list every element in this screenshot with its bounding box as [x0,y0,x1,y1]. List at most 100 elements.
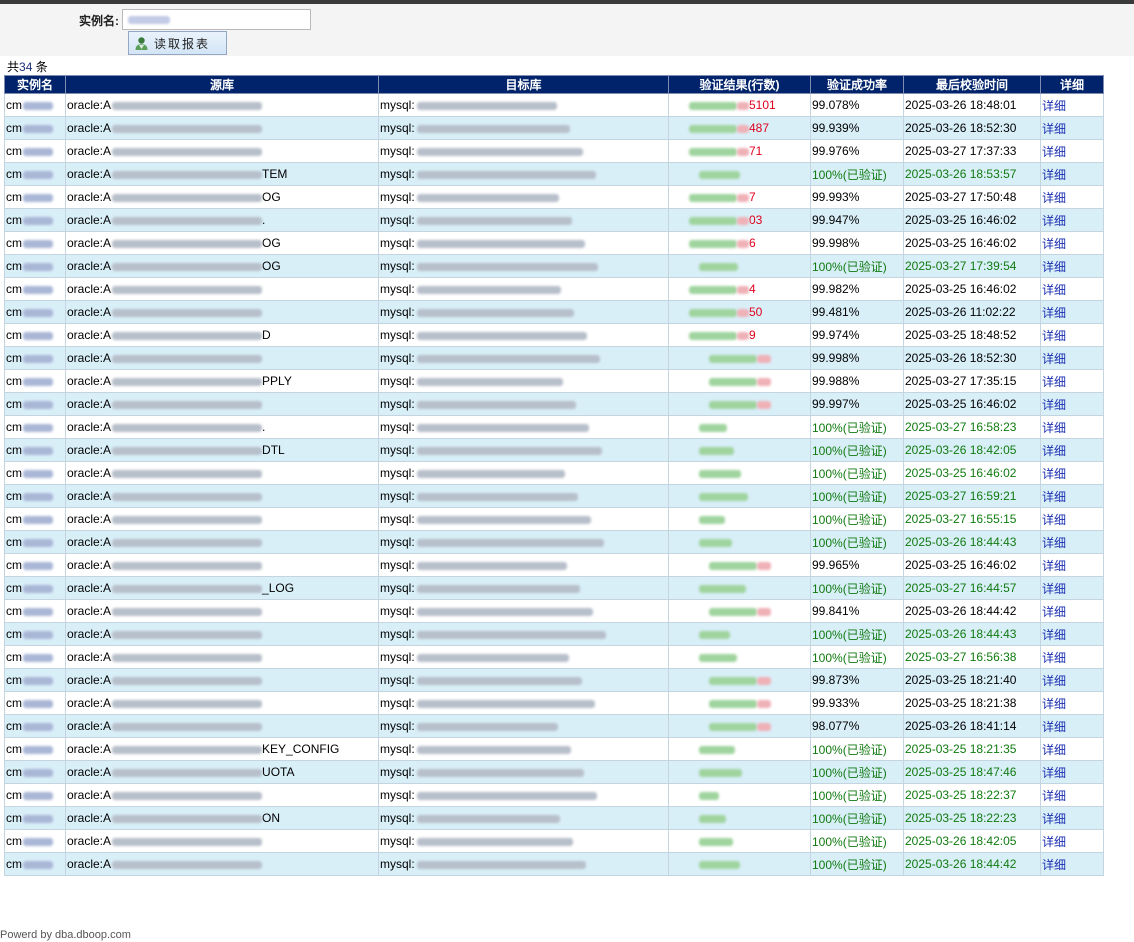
cell-rate: 99.841% [810,599,904,623]
detail-link[interactable]: 详细 [1042,168,1066,182]
cell-target: mysql: [378,645,669,669]
instance-prefix: cm [6,190,22,204]
table-row: cm oracle:A mysql: 100%(已验证) 2025-03-27 16:5… [4,507,1104,531]
cell-source: oracle:A [65,346,379,370]
cell-result: 487 [668,116,811,140]
detail-link[interactable]: 详细 [1042,743,1066,757]
cell-result [668,783,811,807]
instance-redacted [23,630,53,639]
table-row: cm oracle:A OG mysql: 6 99.998% 2025-03-25 16:… [4,231,1104,255]
target-prefix: mysql: [380,144,415,158]
instance-name-input[interactable] [122,9,311,30]
cell-time: 2025-03-26 18:52:30 [903,116,1041,140]
detail-link[interactable]: 详细 [1042,306,1066,320]
detail-link[interactable]: 详细 [1042,467,1066,481]
target-prefix: mysql: [380,604,415,618]
cell-time: 2025-03-25 18:21:40 [903,668,1041,692]
detail-link[interactable]: 详细 [1042,628,1066,642]
table-row: cm oracle:A mysql: 4 99.982% 2025-03-25 16:46… [4,277,1104,301]
instance-redacted [23,216,53,225]
source-redacted [112,239,263,248]
cell-target: mysql: [378,116,669,140]
detail-link[interactable]: 详细 [1042,398,1066,412]
detail-link[interactable]: 详细 [1042,283,1066,297]
record-count-prefix: 共 [7,60,20,74]
detail-link[interactable]: 详细 [1042,329,1066,343]
detail-link[interactable]: 详细 [1042,122,1066,136]
cell-detail: 详细 [1040,162,1104,186]
detail-link[interactable]: 详细 [1042,697,1066,711]
cell-time: 2025-03-25 16:46:02 [903,553,1041,577]
source-prefix: oracle:A [67,236,112,250]
instance-redacted [23,676,53,685]
detail-link[interactable]: 详细 [1042,375,1066,389]
read-report-label: 读取报表 [154,36,211,51]
cell-time: 2025-03-25 16:46:02 [903,277,1041,301]
detail-link[interactable]: 详细 [1042,605,1066,619]
detail-link[interactable]: 详细 [1042,674,1066,688]
table-row: cm oracle:A mysql: 99.841% 2025-03-26 18:44:… [4,599,1104,623]
target-prefix: mysql: [380,420,415,434]
detail-link[interactable]: 详细 [1042,214,1066,228]
target-redacted [416,837,573,846]
detail-link[interactable]: 详细 [1042,421,1066,435]
instance-prefix: cm [6,213,22,227]
detail-link[interactable]: 详细 [1042,260,1066,274]
read-report-button[interactable]: 读取报表 [128,31,227,55]
table-row: cm oracle:A. mysql: 100%(已验证) 2025-03-27 16:… [4,415,1104,439]
source-suffix: DTL [262,443,285,457]
table-row: cm oracle:A mysql: 99.933% 2025-03-25 18:21:… [4,691,1104,715]
cell-instance: cm [4,300,66,324]
detail-link[interactable]: 详细 [1042,99,1066,113]
instance-redacted [23,722,53,731]
instance-redacted [23,239,53,248]
cell-instance: cm [4,139,66,163]
instance-redacted [23,193,53,202]
source-prefix: oracle:A [67,535,112,549]
cell-detail: 详细 [1040,208,1104,232]
detail-link[interactable]: 详细 [1042,812,1066,826]
detail-link[interactable]: 详细 [1042,536,1066,550]
target-prefix: mysql: [380,121,415,135]
cell-result [668,645,811,669]
detail-link[interactable]: 详细 [1042,720,1066,734]
detail-link[interactable]: 详细 [1042,582,1066,596]
cell-rate: 99.997% [810,392,904,416]
detail-link[interactable]: 详细 [1042,490,1066,504]
target-redacted [416,653,569,662]
cell-source: oracle:A [65,829,379,853]
instance-prefix: cm [6,328,22,342]
detail-link[interactable]: 详细 [1042,352,1066,366]
target-redacted [416,285,561,294]
detail-link[interactable]: 详细 [1042,559,1066,573]
source-redacted [112,699,263,708]
result-redacted [689,216,737,225]
target-redacted [416,814,560,823]
col-header-rate: 验证成功率 [810,75,904,94]
cell-detail: 详细 [1040,553,1104,577]
footer-credit: Powerd by dba.dboop.com [0,929,131,941]
cell-source: oracle:A [65,116,379,140]
instance-prefix: cm [6,604,22,618]
detail-link[interactable]: 详细 [1042,766,1066,780]
detail-link[interactable]: 详细 [1042,651,1066,665]
source-prefix: oracle:A [67,167,112,181]
detail-link[interactable]: 详细 [1042,145,1066,159]
cell-result [668,599,811,623]
table-row: cm oracle:A ON mysql: 100%(已验证) 2025-03-25 18… [4,806,1104,830]
cell-time: 2025-03-25 16:46:02 [903,208,1041,232]
cell-result: 71 [668,139,811,163]
detail-link[interactable]: 详细 [1042,789,1066,803]
instance-redacted [23,124,53,133]
detail-link[interactable]: 详细 [1042,513,1066,527]
table-row: cm oracle:A mysql: 99.997% 2025-03-25 16:46:… [4,392,1104,416]
target-prefix: mysql: [380,742,415,756]
cell-target: mysql: [378,668,669,692]
detail-link[interactable]: 详细 [1042,444,1066,458]
detail-link[interactable]: 详细 [1042,858,1066,872]
detail-link[interactable]: 详细 [1042,191,1066,205]
cell-target: mysql: [378,829,669,853]
detail-link[interactable]: 详细 [1042,835,1066,849]
detail-link[interactable]: 详细 [1042,237,1066,251]
cell-target: mysql: [378,300,669,324]
